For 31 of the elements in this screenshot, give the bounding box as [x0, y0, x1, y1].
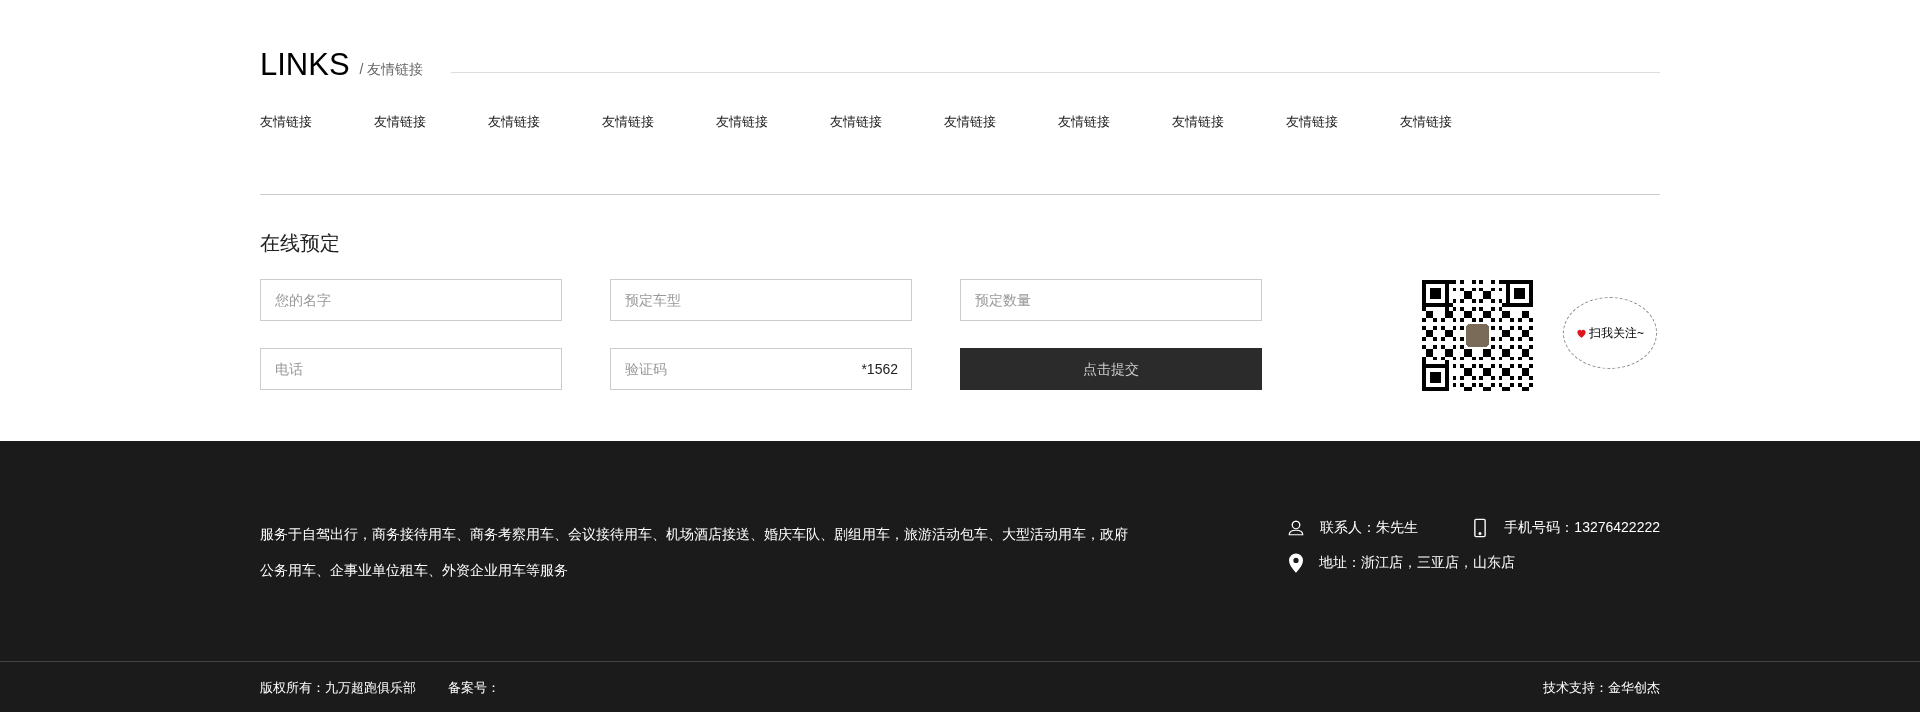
friend-link[interactable]: 友情链接: [602, 112, 716, 134]
friend-link[interactable]: 友情链接: [1400, 112, 1514, 134]
contact-person: 联系人：朱先生: [1320, 518, 1419, 537]
input-field[interactable]: 预定数量: [960, 279, 1262, 321]
section-subtitle: / 友情链接: [359, 60, 424, 79]
input-field[interactable]: 电话: [260, 348, 562, 390]
phone-number: 手机号码：13276422222: [1504, 518, 1660, 537]
captcha-code[interactable]: *1562: [861, 359, 898, 380]
record-number: 备案号：: [448, 678, 500, 697]
friend-link[interactable]: 友情链接: [830, 112, 944, 134]
location-pin-icon: [1289, 552, 1304, 573]
phone-icon: [1474, 517, 1487, 538]
address: 地址：浙江店，三亚店，山东店: [1319, 553, 1516, 572]
friend-link[interactable]: 友情链接: [260, 112, 374, 134]
submit-button[interactable]: 点击提交: [960, 348, 1262, 390]
services-text: 服务于自驾出行，商务接待用车、商务考察用车、会议接待用车、机场酒店接送、婚庆车队、剧组用车，旅游活动包车、大型活动用车，政府公务用车、企事业单位租车、外资企业用车等服务: [260, 526, 1129, 580]
friend-link[interactable]: 友情链接: [374, 112, 488, 134]
friend-link[interactable]: 友情链接: [488, 112, 602, 134]
bubble-text: 扫我关注~: [1589, 325, 1644, 342]
input-field[interactable]: 您的名字: [260, 279, 562, 321]
tech-support: 技术支持：金华创杰: [1543, 678, 1660, 697]
copyright-text: 版权所有：九万超跑俱乐部: [260, 678, 416, 697]
friend-link[interactable]: 友情链接: [944, 112, 1058, 134]
heart-icon: [1576, 327, 1587, 339]
friend-link[interactable]: 友情链接: [1058, 112, 1172, 134]
friend-link[interactable]: 友情链接: [1286, 112, 1400, 134]
input-field[interactable]: 预定车型: [610, 279, 912, 321]
friend-link[interactable]: 友情链接: [1172, 112, 1286, 134]
section-title: LINKS: [260, 48, 350, 82]
booking-title: 在线预定: [260, 231, 341, 256]
friend-link[interactable]: 友情链接: [716, 112, 830, 134]
